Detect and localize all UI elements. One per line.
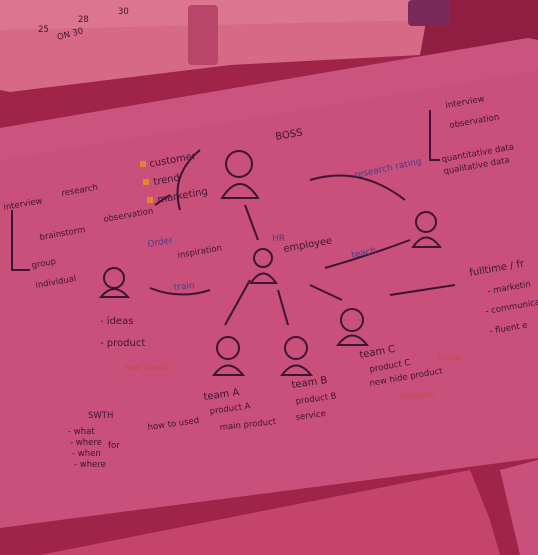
swot-item: - where: [70, 438, 102, 448]
trendy-note: new trendy: [124, 363, 169, 372]
calendar-number: 30: [118, 7, 129, 17]
for-label: for: [108, 441, 120, 451]
ideas-item: - product: [100, 338, 145, 349]
team-c-trend: trend: [438, 353, 459, 362]
swot-label: SWTH: [88, 411, 113, 421]
calendar-number: 25: [38, 25, 49, 35]
phone-corner: [408, 0, 450, 26]
checkbox-icon: [147, 197, 153, 203]
calendar-number: 28: [78, 15, 89, 25]
team-c-research: research: [400, 391, 435, 400]
checkbox-icon: [140, 161, 146, 167]
hr-label: HR: [272, 234, 285, 244]
photo-illustration: 25 28 30 ON 30 BOSS customer trend marke…: [0, 0, 538, 555]
ideas-item: - ideas: [100, 316, 133, 327]
train-label: train: [173, 281, 195, 293]
swot-item: - where: [74, 460, 106, 470]
photo-scene: 25 28 30 ON 30 BOSS customer trend marke…: [0, 0, 538, 555]
binder-clip: [188, 5, 218, 65]
swot-item: - when: [72, 449, 101, 459]
checkbox-icon: [143, 179, 149, 185]
swot-item: - what: [68, 427, 95, 437]
